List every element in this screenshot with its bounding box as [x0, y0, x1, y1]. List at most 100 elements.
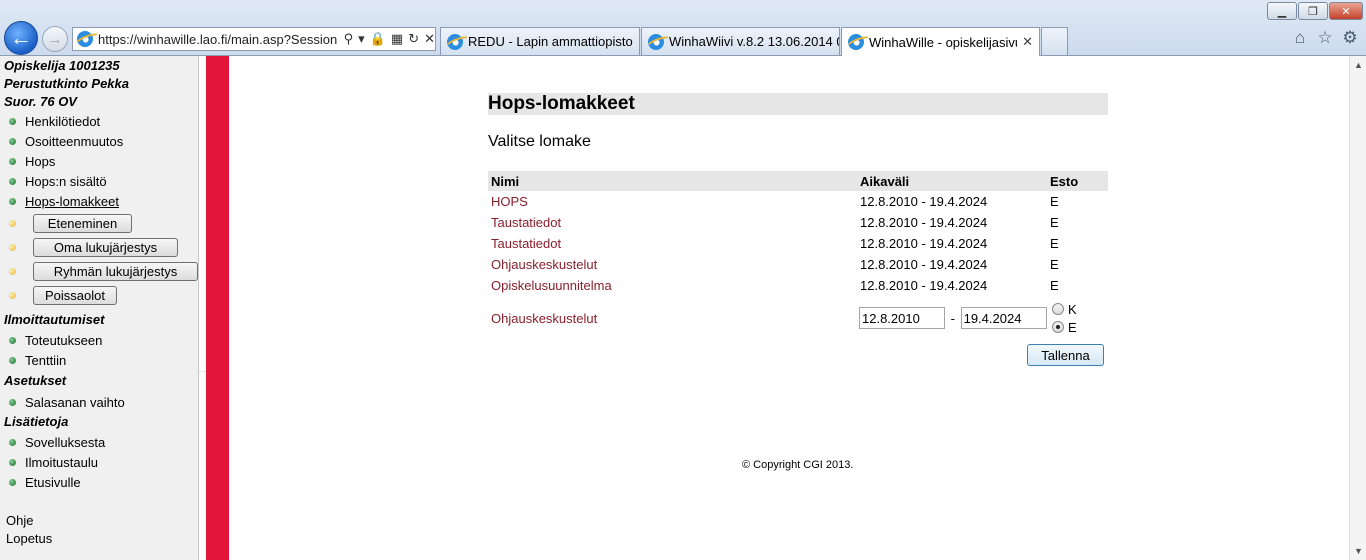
ohje-link[interactable]: Ohje [0, 512, 198, 530]
bullet-icon [9, 197, 16, 205]
sidebar-item-hops-lomakkeet[interactable]: Hops-lomakkeet [0, 191, 198, 211]
save-button[interactable]: Tallenna [1027, 344, 1104, 366]
radio-e[interactable] [1052, 321, 1064, 333]
sidebar-item-toteutukseen[interactable]: Toteutukseen [0, 330, 198, 350]
sidebar-item-label: Etusivulle [25, 474, 81, 490]
table-row-edit: Ohjauskeskustelut - K E [488, 296, 1108, 340]
tab-close-icon[interactable]: ✕ [1022, 34, 1033, 50]
tab-label: REDU - Lapin ammattiopisto [468, 34, 633, 49]
bullet-icon [9, 137, 16, 145]
date-range: 12.8.2010 - 19.4.2024 [860, 236, 988, 251]
vertical-scrollbar[interactable]: ▲ ▼ [1349, 56, 1366, 560]
lock-icon[interactable]: 🔒 [370, 31, 386, 47]
sidebar-item-salasanan-vaihto[interactable]: Salasanan vaihto [0, 392, 198, 412]
sidebar-item-etusivulle[interactable]: Etusivulle [0, 472, 198, 492]
date-range: 12.8.2010 - 19.4.2024 [860, 257, 988, 272]
new-tab-button[interactable] [1041, 27, 1068, 55]
radio-option-e[interactable]: E [1052, 318, 1108, 336]
tab-winhawiivi[interactable]: WinhaWiivi v.8.2 13.06.2014 07... [641, 27, 840, 55]
end-date-input[interactable] [960, 307, 1047, 329]
form-link-ohjauskeskustelut[interactable]: Ohjauskeskustelut [491, 257, 597, 272]
column-header-esto: Esto [1047, 171, 1108, 191]
tab-redu[interactable]: REDU - Lapin ammattiopisto [440, 27, 640, 55]
bullet-icon [9, 438, 16, 446]
radio-k[interactable] [1052, 303, 1064, 315]
sidebar-item-hops-sisalto[interactable]: Hops:n sisältö [0, 171, 198, 191]
form-link-taustatiedot-2[interactable]: Taustatiedot [491, 236, 561, 251]
ie-logo-icon [848, 34, 864, 50]
credits-line: Suor. 76 OV [4, 94, 77, 109]
column-header-aikavali: Aikaväli [857, 171, 1047, 191]
main-content: Hops-lomakkeet Valitse lomake Nimi Aikav… [488, 93, 1108, 366]
start-date-input[interactable] [859, 307, 945, 329]
scroll-down-icon[interactable]: ▼ [1354, 546, 1363, 556]
frame-divider [199, 56, 206, 372]
column-header-nimi: Nimi [488, 171, 857, 191]
sidebar-item-label: Hops [25, 153, 56, 169]
esto-value: E [1050, 236, 1059, 251]
date-range: 12.8.2010 - 19.4.2024 [860, 194, 988, 209]
form-link-hops[interactable]: HOPS [491, 194, 528, 209]
sidebar-item-sovelluksesta[interactable]: Sovelluksesta [0, 432, 198, 452]
sidebar-button-row: Oma lukujärjestys [0, 235, 198, 259]
sidebar-item-osoitteenmuutos[interactable]: Osoitteenmuutos [0, 131, 198, 151]
dropdown-icon[interactable]: ▾ [358, 31, 365, 47]
search-icon[interactable]: ⚲ [344, 31, 354, 47]
radio-e-label: E [1068, 319, 1077, 335]
ie-logo-icon [447, 33, 463, 50]
copyright-text: © Copyright CGI 2013. [742, 459, 854, 471]
poissaolot-button[interactable]: Poissaolot [33, 285, 117, 305]
form-link-taustatiedot[interactable]: Taustatiedot [491, 215, 561, 230]
esto-value: E [1050, 215, 1059, 230]
sidebar-item-ilmoitustaulu[interactable]: Ilmoitustaulu [0, 452, 198, 472]
sidebar-button-row: Eteneminen [0, 211, 198, 235]
esto-value: E [1050, 278, 1059, 293]
date-range: 12.8.2010 - 19.4.2024 [860, 278, 988, 293]
sidebar-item-label: Sovelluksesta [25, 434, 106, 450]
url-text[interactable]: https://winhawille.lao.fi/main.asp?Sessi… [98, 32, 338, 47]
favorites-star-icon[interactable]: ☆ [1315, 28, 1335, 48]
bullet-icon [9, 478, 16, 486]
student-name-line: Perustutkinto Pekka [4, 76, 129, 91]
back-button[interactable]: ← [4, 21, 38, 55]
sidebar-item-hops[interactable]: Hops [0, 151, 198, 171]
address-bar[interactable]: https://winhawille.lao.fi/main.asp?Sessi… [72, 27, 436, 51]
section-heading-ilmoittautumiset: Ilmoittautumiset [4, 312, 105, 327]
radio-k-label: K [1068, 301, 1077, 317]
form-link-ohjauskeskustelut-edit[interactable]: Ohjauskeskustelut [491, 311, 597, 326]
compatibility-icon[interactable]: ▦ [391, 31, 403, 47]
oma-lukujarjestys-button[interactable]: Oma lukujärjestys [33, 237, 178, 257]
section-heading-lisatietoja: Lisätietoja [4, 414, 69, 429]
refresh-icon[interactable]: ↻ [408, 31, 419, 47]
radio-option-k[interactable]: K [1052, 300, 1108, 318]
bullet-icon [9, 398, 16, 406]
bullet-icon [9, 356, 16, 364]
forward-button[interactable]: → [42, 26, 68, 52]
home-icon[interactable]: ⌂ [1290, 28, 1310, 48]
window-maximize-button[interactable]: ❐ [1298, 2, 1328, 20]
lopetus-link[interactable]: Lopetus [0, 530, 198, 548]
bullet-icon [9, 117, 16, 125]
tab-winhawille[interactable]: WinhaWille - opiskelijasivut... ✕ [841, 27, 1040, 56]
sidebar-item-label: Tenttiin [25, 352, 67, 368]
scroll-up-icon[interactable]: ▲ [1354, 60, 1363, 70]
sidebar-item-label: Salasanan vaihto [25, 394, 125, 410]
page-subtitle: Valitse lomake [488, 133, 591, 150]
form-link-opiskelusuunnitelma[interactable]: Opiskelusuunnitelma [491, 278, 612, 293]
browser-chrome: ▁ ❐ ✕ ← → https://winhawille.lao.fi/main… [0, 0, 1366, 56]
eteneminen-button[interactable]: Eteneminen [33, 213, 132, 233]
stop-icon[interactable]: ✕ [424, 31, 435, 47]
window-close-button[interactable]: ✕ [1329, 2, 1363, 20]
window-minimize-button[interactable]: ▁ [1267, 2, 1297, 20]
bullet-icon [9, 336, 16, 344]
table-header-row: Nimi Aikaväli Esto [488, 171, 1108, 191]
bullet-icon [9, 177, 16, 185]
forms-table: Nimi Aikaväli Esto HOPS 12.8.2010 - 19.4… [488, 171, 1108, 340]
ryhman-lukujarjestys-button[interactable]: Ryhmän lukujärjestys [33, 261, 198, 281]
settings-gear-icon[interactable]: ⚙ [1340, 28, 1360, 48]
sidebar-item-tenttiin[interactable]: Tenttiin [0, 350, 198, 370]
bullet-icon [9, 458, 16, 466]
table-row: Ohjauskeskustelut 12.8.2010 - 19.4.2024 … [488, 254, 1108, 275]
sidebar-item-label: Toteutukseen [25, 332, 103, 348]
sidebar-item-henkilotiedot[interactable]: Henkilötiedot [0, 111, 198, 131]
